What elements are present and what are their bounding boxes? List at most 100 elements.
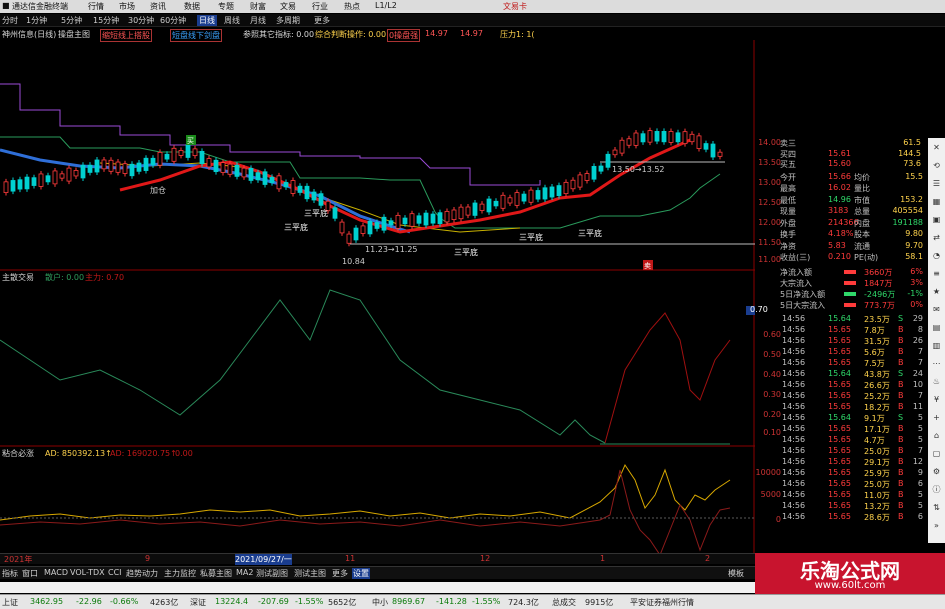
date-label-4: 12 [480,554,491,563]
scroll-strip[interactable] [0,582,755,593]
tick-count: 8 [917,324,923,334]
tick-icon[interactable]: ⋯ [931,358,942,369]
order-book-row: 卖三 61.5 [780,138,925,149]
flow-icon[interactable]: ⇄ [931,232,942,243]
menu-redian[interactable]: 热点 [344,1,360,12]
tab-ceshi-fu[interactable]: 测试副图 [256,568,288,579]
period-multi[interactable]: 多周期 [276,15,300,26]
chart-icon[interactable]: ▦ [931,196,942,207]
tab-more[interactable]: 更多 [332,568,348,579]
tick-price: 15.65 [828,500,851,510]
candle-body [318,193,324,206]
menu-zhuanti[interactable]: 专题 [218,1,234,12]
tick-time: 14:56 [782,357,806,367]
candle-body [129,163,135,177]
news-icon[interactable]: ✉ [931,304,942,315]
tick-side: B [898,467,904,477]
map-icon[interactable]: ⌂ [931,430,942,441]
level-icon[interactable]: ▤ [931,322,942,333]
close-icon[interactable]: ✕ [931,142,942,153]
hot-icon[interactable]: ♨ [931,376,942,387]
candle-body [52,170,58,185]
tab-qushi[interactable]: 趋势动力 [126,568,158,579]
period-15min[interactable]: 15分钟 [93,15,119,26]
candle-body [423,212,429,226]
star-icon[interactable]: ★ [931,286,942,297]
period-month[interactable]: 月线 [250,15,266,26]
candlestick-series [3,127,723,247]
index-sh-name[interactable]: 上证 [2,597,18,608]
tick-side: S [898,368,904,378]
menu-hangye[interactable]: 行业 [312,1,328,12]
tab-template[interactable]: 模板 [728,568,744,579]
menu-hangqing[interactable]: 行情 [88,1,104,12]
menu-zixun[interactable]: 资讯 [150,1,166,12]
price-tick-4: 12.50 [758,198,781,207]
candle-body [514,192,520,206]
candle-body [661,131,667,143]
detail-icon[interactable]: ☰ [931,178,942,189]
candle-body [353,227,359,241]
tick-side: S [898,412,904,422]
tick-volume: 5.6万 [864,347,885,357]
more-icon[interactable]: » [931,520,942,531]
tick-count: 7 [917,346,923,356]
menu-wenyi[interactable]: 文易 [280,1,296,12]
sanpingdi-label-3: 三平底 [454,247,478,257]
tick-row: 14:56 15.65 25.0万 B 6 [780,479,925,490]
list-icon[interactable]: ≡ [931,268,942,279]
cash-icon[interactable]: ¥ [931,394,942,405]
bank-icon[interactable]: ▢ [931,448,942,459]
candle-body [647,130,653,143]
tab-vol[interactable]: VOL-TDX [70,568,105,577]
period-1min[interactable]: 1分钟 [26,15,47,26]
menu-caifu[interactable]: 财富 [250,1,266,12]
chart-area[interactable]: 13.50→13.52 10.84 11.23→11.25 加仓 三平底 三平底… [0,40,755,553]
tab-zhibiao[interactable]: 指标 [2,568,18,579]
stat-label-2: 股本 [854,230,870,239]
tab-simu[interactable]: 私募主图 [200,568,232,579]
menu-shichang[interactable]: 市场 [119,1,135,12]
header-item-3: 参照其它指标: 0.00 [243,30,315,39]
period-more[interactable]: 更多 [314,15,330,26]
index-sz-name[interactable]: 深证 [190,597,206,608]
tab-chuangkou[interactable]: 窗口 [22,568,38,579]
indicator-name[interactable]: 操盘主图 [58,29,90,40]
stock-name: 神州信息(日线) [2,30,57,39]
candle-body [402,217,408,225]
grid-icon[interactable]: ▣ [931,214,942,225]
stat-value: 0.210 [828,252,851,261]
depth-icon[interactable]: ▥ [931,340,942,351]
menu-l1l2[interactable]: L1/L2 [375,1,397,10]
candle-body [255,172,261,181]
tick-price: 15.65 [828,335,851,345]
stat-label: 现量 [780,207,796,216]
tab-ceshi-zhu[interactable]: 测试主图 [294,568,326,579]
pie-icon[interactable]: ◔ [931,250,942,261]
period-fenshi[interactable]: 分时 [2,15,18,26]
plus-icon[interactable]: + [931,412,942,423]
tab-cci[interactable]: CCI [108,568,122,577]
tick-price: 15.65 [828,324,851,334]
period-day[interactable]: 日线 [197,15,217,26]
tab-macd[interactable]: MACD [44,568,68,577]
period-5min[interactable]: 5分钟 [61,15,82,26]
watermark-logo: 乐淘公式网 www.60lt.com [755,553,945,594]
tab-zhuli[interactable]: 主力监控 [164,568,196,579]
tick-count: 26 [912,335,923,345]
period-30min[interactable]: 30分钟 [128,15,154,26]
tab-ma2[interactable]: MA2 [236,568,253,577]
info-icon[interactable]: ⓘ [931,484,942,495]
sanpingdi-label-5: 三平底 [578,228,602,238]
panel3-ad: AD: 850392.13↑ [45,449,112,458]
period-week[interactable]: 周线 [224,15,240,26]
trade-icon[interactable]: ⇅ [931,502,942,513]
link-icon[interactable]: ⟲ [931,160,942,171]
period-60min[interactable]: 60分钟 [160,15,186,26]
gear-icon[interactable]: ⚙ [931,466,942,477]
price-tick-1: 14.00 [758,138,781,147]
tab-settings[interactable]: 设置 [352,568,370,579]
menu-shuju[interactable]: 数据 [184,1,200,12]
index-zx-name[interactable]: 中小 [372,597,388,608]
menu-wenyika[interactable]: 文易卡 [503,1,527,12]
